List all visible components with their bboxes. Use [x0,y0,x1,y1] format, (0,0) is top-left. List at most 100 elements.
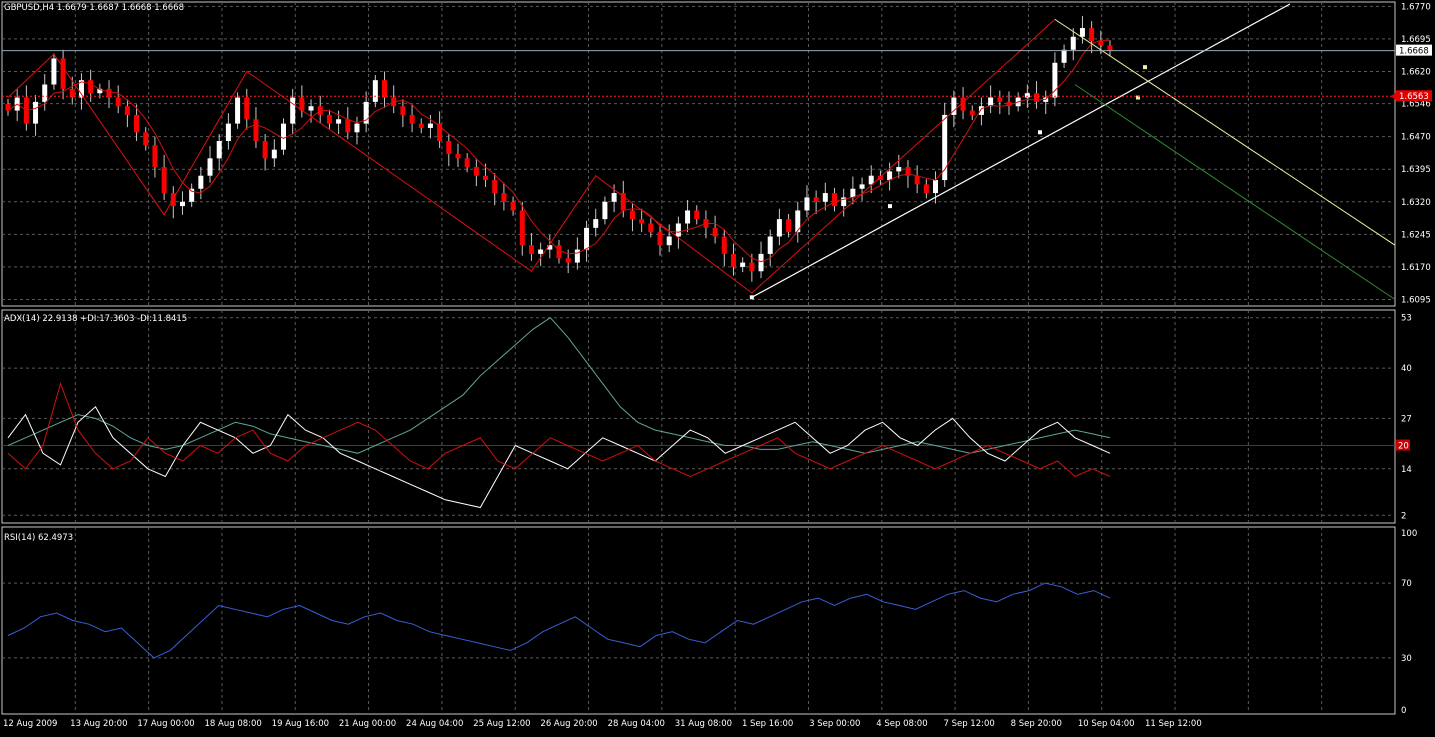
bull-candle [216,140,222,159]
bear-candle [528,245,534,254]
bear-candle [446,140,452,154]
adx-tick-label: 53 [1401,314,1412,324]
bear-candle [409,114,415,124]
bear-candle [749,262,755,272]
rsi-indicator-panel[interactable] [7,582,1111,659]
bull-candle [602,201,608,220]
adx-level-tag-text: 20 [1398,442,1409,452]
bear-candle [813,197,819,202]
channel-upper-line [1054,18,1396,246]
bull-candle [281,123,286,150]
rsi-panel-frame [1,526,1396,715]
bull-candle [675,223,681,237]
time-axis-label: 8 Sep 20:00 [1011,719,1062,729]
time-axis-label: 24 Aug 04:00 [406,719,463,729]
bull-candle [850,188,856,198]
price-tick-label: 1.6695 [1401,35,1431,45]
adx-tick-label: 40 [1401,364,1412,374]
bear-candle [483,175,489,181]
time-axis-label: 7 Sep 12:00 [943,719,994,729]
bear-candle [997,97,1003,102]
bull-candle [354,123,360,133]
bull-candle [611,193,617,202]
bear-candle [1107,45,1113,51]
time-axis-label: 31 Aug 08:00 [675,719,732,729]
time-axis-label: 18 Aug 08:00 [205,719,262,729]
bear-candle [400,106,406,115]
bull-candle [1079,28,1085,37]
bull-candle [933,180,939,194]
bear-candle [923,184,929,194]
main-price-panel[interactable] [2,3,1396,300]
grid [1,1,1396,715]
bull-candle [538,249,544,254]
time-axis-label: 10 Sep 04:00 [1078,719,1135,729]
price-tick-label: 1.6320 [1401,198,1431,208]
bull-candle [1061,49,1067,63]
adx-indicator-panel[interactable] [2,317,1395,509]
axes: 1.67701.66951.66201.65461.64701.63951.63… [3,2,1432,729]
bear-candle [134,114,140,133]
bear-candle [721,236,727,254]
adx-tick-label: 14 [1401,465,1412,475]
bear-candle [639,219,645,224]
rsi-tick-label: 100 [1401,529,1417,539]
bull-candle [33,101,39,124]
chart-canvas[interactable]: 1.67701.66951.66201.65461.64701.63951.63… [0,0,1435,737]
bull-candle [271,149,277,159]
bull-candle [179,201,185,207]
adx-panel-frame [1,309,1396,524]
bear-candle [418,123,424,128]
adx-tick-label: 2 [1401,511,1406,521]
rsi-tick-label: 70 [1401,579,1412,589]
bear-candle [262,140,268,159]
bear-candle [1098,41,1104,46]
trendline-anchor [749,295,754,300]
price-tick-label: 1.6395 [1401,165,1431,175]
bear-candle [143,132,149,146]
bear-candle [88,80,94,94]
bull-candle [584,227,590,250]
bear-candle [712,227,718,237]
bull-candle [593,219,599,228]
bear-candle [124,106,130,115]
bull-candle [51,58,57,85]
bull-candle [308,106,314,111]
price-tick-label: 1.6170 [1401,263,1431,273]
bear-candle [253,119,259,141]
bear-candle [914,175,920,185]
trendline-anchor [888,204,892,209]
support-trendline [751,3,1291,298]
rsi-panel-title: RSI(14) 62.4973 [4,533,73,543]
rsi-tick-label: 0 [1401,706,1406,716]
rsi-line [7,582,1111,659]
bear-candle [473,167,479,176]
bull-candle [574,249,580,263]
bear-candle [657,232,663,246]
bear-candle [510,201,516,211]
bear-candle [455,154,461,159]
main-panel-frame [1,1,1396,307]
bull-candle [225,123,231,141]
ask-arrow-icon [1391,92,1396,101]
bull-candle [740,262,746,267]
time-axis-label: 11 Sep 12:00 [1145,719,1202,729]
bear-candle [244,97,250,120]
bull-candle [42,84,48,102]
bull-candle [767,236,773,254]
time-axis-label: 17 Aug 00:00 [137,719,194,729]
bull-candle [290,97,296,124]
bear-candle [60,58,66,89]
bull-candle [859,184,865,189]
time-axis-label: 21 Aug 00:00 [339,719,396,729]
bear-candle [786,219,792,233]
bear-candle [115,97,121,107]
bear-candle [501,193,507,202]
rsi-tick-label: 30 [1401,654,1412,664]
ask-price-tag-text: 1.6563 [1399,92,1429,102]
bull-candle [1070,36,1076,50]
bull-candle [198,175,204,189]
time-axis-label: 19 Aug 16:00 [272,719,329,729]
time-axis-label: 12 Aug 2009 [3,719,57,729]
time-axis-label: 26 Aug 20:00 [540,719,597,729]
